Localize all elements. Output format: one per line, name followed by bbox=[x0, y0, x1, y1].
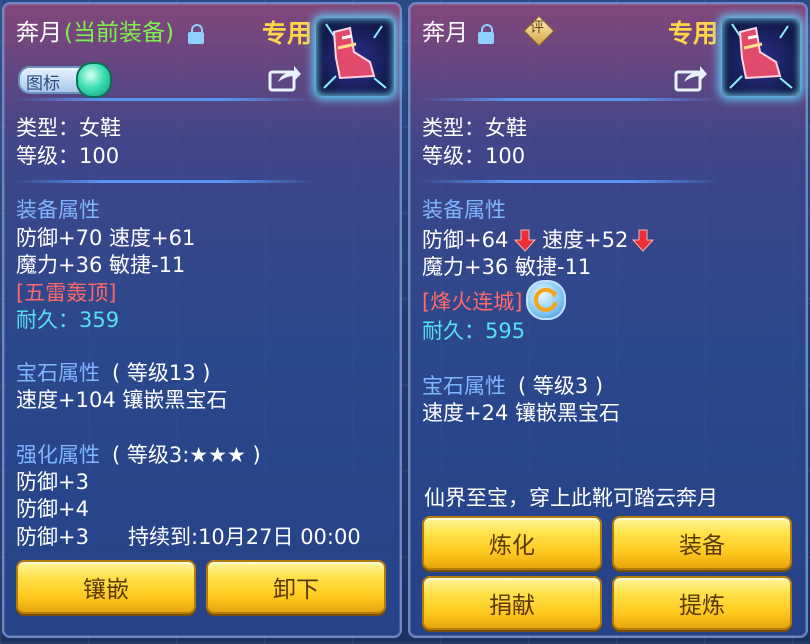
strengthen-line: 防御+3 bbox=[16, 525, 89, 549]
divider bbox=[14, 98, 314, 101]
boots-item-icon[interactable] bbox=[722, 18, 800, 96]
level-line: 等级：100 bbox=[422, 144, 526, 168]
boots-item-icon[interactable] bbox=[316, 18, 394, 96]
item-name: 奔月 bbox=[16, 20, 62, 46]
divider bbox=[14, 180, 314, 183]
durability: 耐久：595 bbox=[422, 319, 526, 343]
durability: 耐久：359 bbox=[16, 308, 120, 332]
gem-level: ( 等级3 ) bbox=[518, 374, 604, 398]
item-name: 奔月 bbox=[422, 20, 468, 46]
stats-line-2: 魔力+36 敏捷-11 bbox=[16, 253, 186, 277]
current-equipment-panel: 奔月 (当前装备) 专用 图标 类型：女鞋 等级：100 装备属性 防御+70 … bbox=[2, 2, 402, 638]
refine-button[interactable]: 炼化 bbox=[422, 516, 602, 570]
divider bbox=[420, 98, 720, 101]
equip-attr-header: 装备属性 bbox=[422, 198, 506, 222]
type-line: 类型：女鞋 bbox=[16, 116, 121, 140]
level-line: 等级：100 bbox=[16, 144, 120, 168]
gem-attr-header: 宝石属性 bbox=[422, 374, 506, 398]
divider bbox=[420, 180, 720, 183]
equipped-status: (当前装备) bbox=[64, 20, 174, 46]
share-icon[interactable] bbox=[674, 64, 708, 92]
refresh-icon[interactable] bbox=[526, 280, 566, 320]
gem-level: ( 等级13 ) bbox=[112, 361, 211, 385]
stats-line-1: 防御+70 速度+61 bbox=[16, 226, 196, 250]
stats-line-2: 魔力+36 敏捷-11 bbox=[422, 255, 592, 279]
down-arrow-icon bbox=[514, 229, 536, 252]
rating-badge-label: 评 bbox=[530, 20, 544, 36]
compare-equipment-panel: 奔月 专用 类型：女鞋 等级：100 装备属性 防御+64 速度+52 魔力+3… bbox=[408, 2, 808, 638]
defense-stat: 防御+64 bbox=[422, 228, 509, 252]
strengthen-line: 防御+3 bbox=[16, 470, 89, 494]
equip-attr-header: 装备属性 bbox=[16, 198, 100, 222]
share-icon[interactable] bbox=[268, 64, 302, 92]
rating-badge-icon[interactable]: 评 bbox=[523, 15, 555, 47]
special-skill: [烽火连城] bbox=[422, 290, 523, 314]
donate-button[interactable]: 捐献 bbox=[422, 576, 602, 630]
item-description: 仙界至宝，穿上此靴可踏云奔月 bbox=[424, 486, 718, 510]
strengthen-level: ( 等级3:★★★ ) bbox=[112, 443, 261, 467]
lock-icon bbox=[188, 24, 204, 44]
special-skill: [五雷轰顶] bbox=[16, 281, 117, 305]
unequip-button[interactable]: 卸下 bbox=[206, 560, 386, 614]
icon-toggle-switch[interactable]: 图标 bbox=[18, 62, 112, 98]
extract-button[interactable]: 提炼 bbox=[612, 576, 792, 630]
speed-stat: 速度+52 bbox=[542, 228, 629, 252]
strengthen-line: 防御+4 bbox=[16, 497, 89, 521]
lock-icon bbox=[478, 24, 494, 44]
icon-toggle-label: 图标 bbox=[26, 74, 60, 94]
exclusive-tag: 专用 bbox=[668, 19, 719, 48]
gem-detail: 速度+104 镶嵌黑宝石 bbox=[16, 388, 228, 412]
equip-button[interactable]: 装备 bbox=[612, 516, 792, 570]
gem-attr-header: 宝石属性 bbox=[16, 361, 100, 385]
inlay-button[interactable]: 镶嵌 bbox=[16, 560, 196, 614]
duration: 持续到:10月27日 00:00 bbox=[128, 525, 361, 549]
type-line: 类型：女鞋 bbox=[422, 116, 527, 140]
strengthen-attr-header: 强化属性 bbox=[16, 443, 100, 467]
gem-detail: 速度+24 镶嵌黑宝石 bbox=[422, 401, 620, 425]
down-arrow-icon bbox=[632, 229, 654, 252]
exclusive-tag: 专用 bbox=[262, 19, 313, 48]
